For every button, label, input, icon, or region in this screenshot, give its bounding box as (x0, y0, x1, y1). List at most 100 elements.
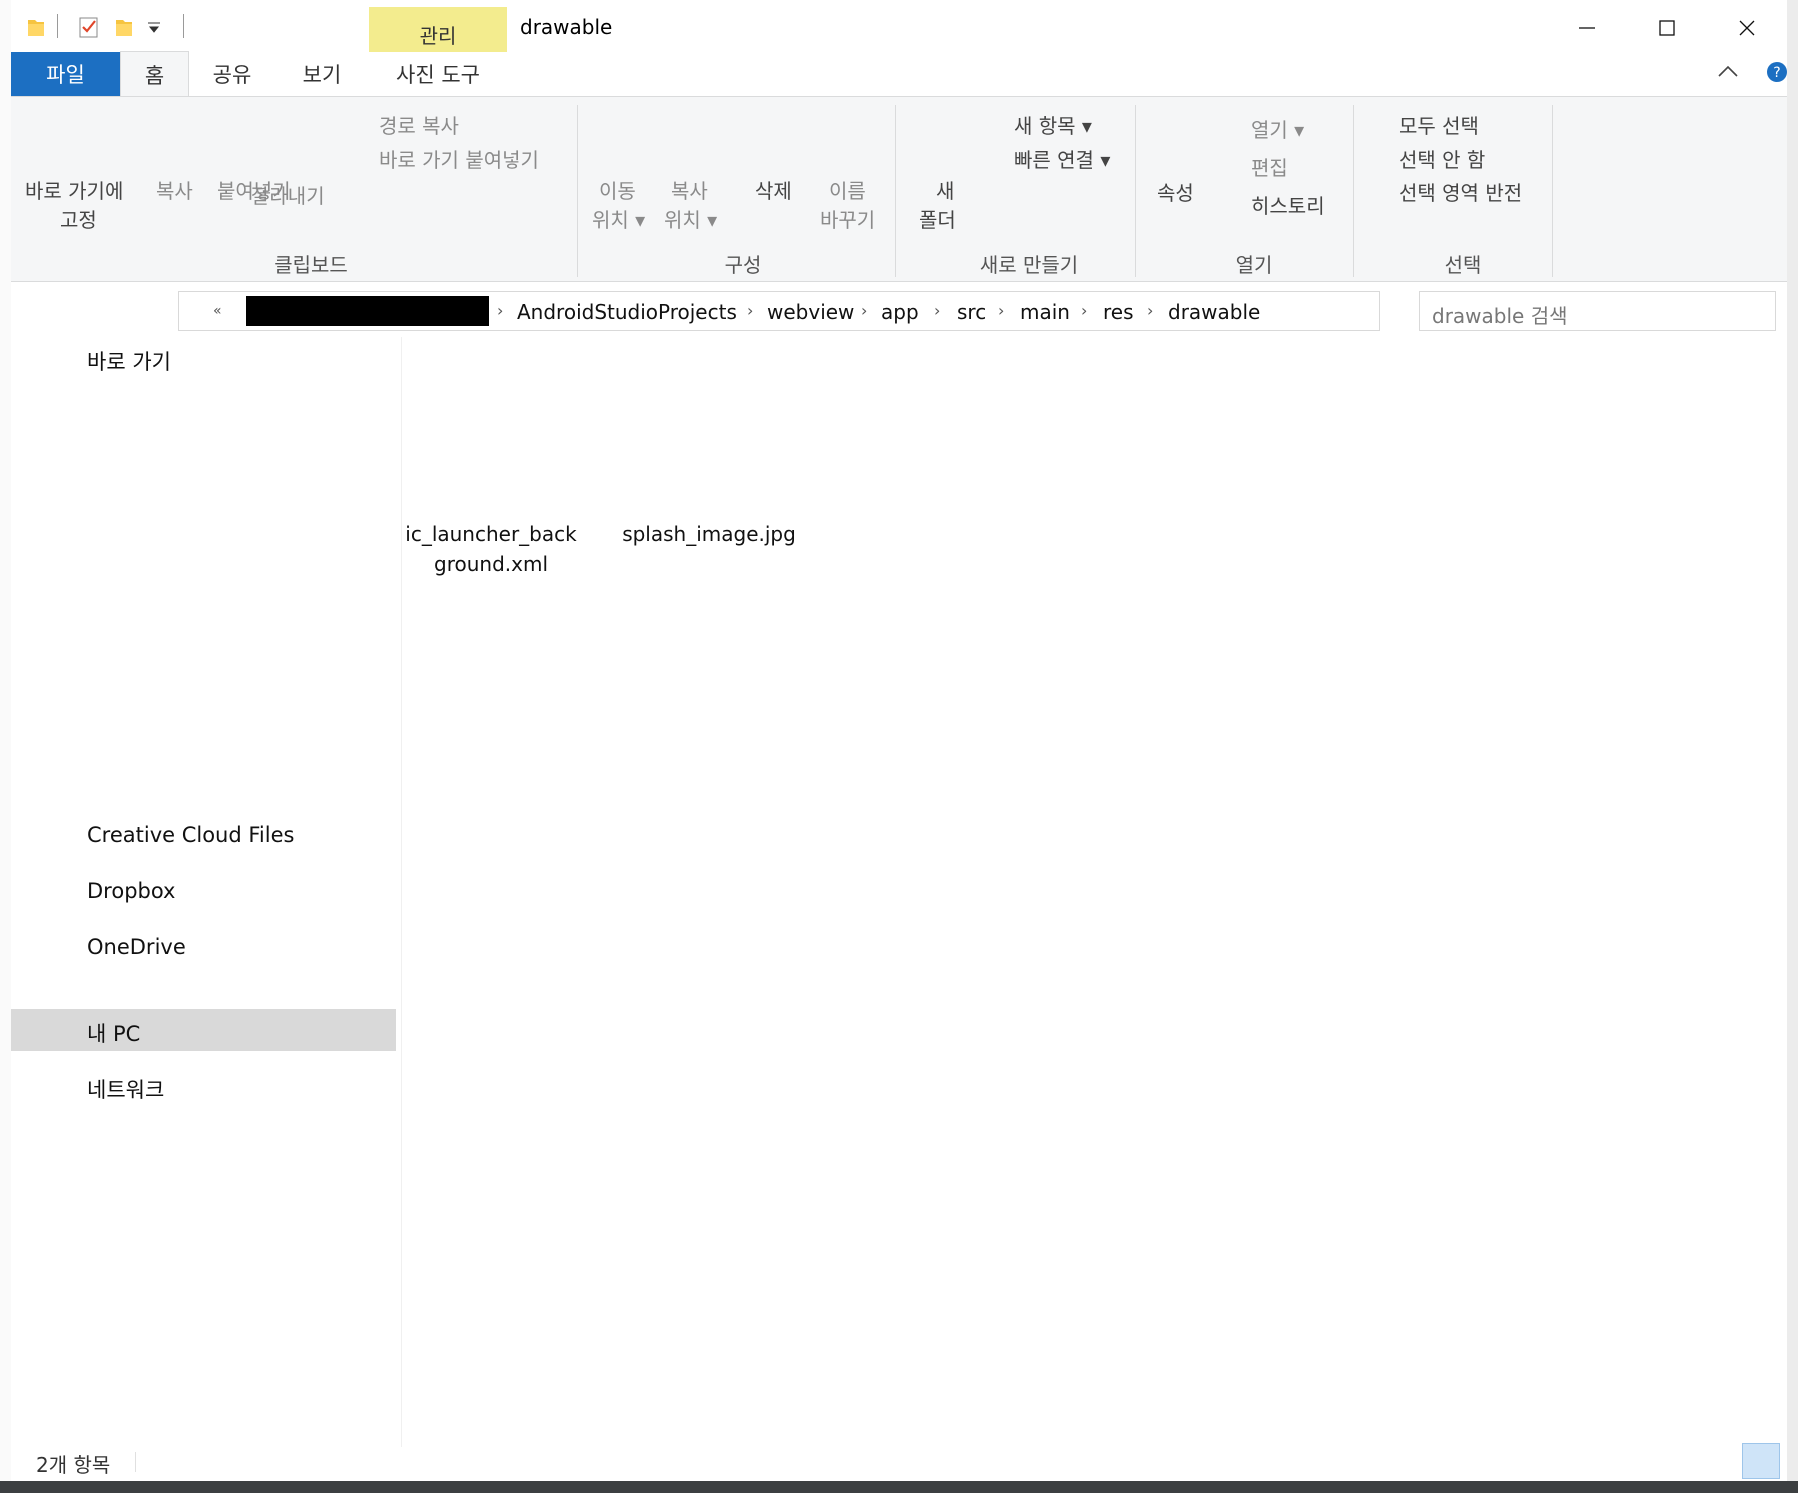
breadcrumb-item[interactable]: src (957, 300, 986, 324)
pin-button-line2[interactable]: 고정 (60, 204, 97, 233)
group-separator (1135, 105, 1136, 277)
properties-button[interactable]: 속성 (1157, 177, 1194, 206)
copy-to-line2[interactable]: 위치 ▾ (664, 204, 717, 233)
qat-separator (57, 14, 58, 38)
nav-label: 내 PC (87, 1022, 141, 1046)
breadcrumb-item[interactable]: AndroidStudioProjects (517, 300, 737, 324)
delete-button[interactable]: 삭제 (755, 175, 792, 204)
tab-picture-tools[interactable]: 사진 도구 (369, 52, 507, 96)
history-button[interactable]: 히스토리 (1251, 190, 1325, 219)
file-name-line2: ground.xml (434, 552, 548, 576)
select-all-button[interactable]: 모두 선택 (1399, 110, 1479, 139)
breadcrumb-item[interactable]: app (881, 300, 919, 324)
file-item[interactable]: splash_image.jpg (621, 359, 797, 546)
breadcrumb-chevron-icon[interactable]: › (861, 301, 867, 320)
nav-label: 바로 가기 (87, 350, 171, 374)
tab-manage-label: 관리 (419, 24, 457, 48)
nav-item-network[interactable]: 네트워크 (11, 1065, 396, 1107)
file-name: splash_image.jpg (622, 522, 796, 546)
group-separator (577, 105, 578, 277)
tab-share-label: 공유 (212, 63, 252, 87)
pane-splitter[interactable] (401, 337, 402, 1447)
properties-check-icon[interactable] (79, 16, 99, 38)
copy-path-button[interactable]: 경로 복사 (379, 110, 459, 139)
help-icon[interactable]: ? (1766, 61, 1788, 87)
file-list[interactable]: ic_launcher_back ground.xml splash_image… (403, 337, 1787, 1447)
breadcrumb-chevron-icon[interactable]: › (497, 301, 503, 320)
maximize-button[interactable] (1627, 0, 1707, 55)
background-window-edge-right (1787, 0, 1798, 1493)
nav-item-dropbox[interactable]: Dropbox (11, 870, 396, 912)
breadcrumb-item[interactable]: res (1103, 300, 1134, 324)
new-folder-line2[interactable]: 폴더 (919, 204, 956, 233)
group-label-open: 열기 (1235, 253, 1273, 277)
breadcrumb-chevron-icon[interactable]: › (934, 301, 940, 320)
status-item-count: 2개 항목 (36, 1453, 111, 1477)
navigation-pane: 바로 가기 Creative Cloud Files Dropbox OneDr… (11, 337, 401, 1447)
nav-item-quick-access[interactable]: 바로 가기 (11, 337, 396, 379)
minimize-icon (1579, 26, 1595, 29)
ribbon: 바로 가기에 고정 복사 붙여넣기 경로 복사 바로 가기 붙여넣기 잘라내기 … (11, 96, 1787, 282)
collapse-ribbon-icon[interactable] (1716, 63, 1740, 83)
breadcrumb-chevron-icon[interactable]: › (1147, 301, 1153, 320)
file-item[interactable]: ic_launcher_back ground.xml (403, 359, 579, 576)
open-button[interactable]: 열기 ▾ (1251, 114, 1304, 143)
group-separator (895, 105, 896, 277)
tab-manage[interactable]: 관리 (369, 7, 507, 52)
new-folder-icon[interactable] (114, 16, 134, 38)
breadcrumb-chevron-icon[interactable]: › (998, 301, 1004, 320)
rename-line1[interactable]: 이름 (829, 175, 866, 204)
breadcrumb-chevron-icon[interactable]: › (747, 301, 753, 320)
nav-label: Creative Cloud Files (87, 823, 295, 847)
edit-button[interactable]: 편집 (1251, 152, 1288, 181)
qat-separator (183, 14, 184, 38)
paste-shortcut-button[interactable]: 바로 가기 붙여넣기 (379, 144, 539, 173)
svg-text:?: ? (1773, 65, 1780, 81)
easy-access-button[interactable]: 빠른 연결 ▾ (1014, 144, 1110, 173)
nav-label: OneDrive (87, 935, 186, 959)
tab-file[interactable]: 파일 (11, 52, 120, 96)
tab-view-label: 보기 (302, 63, 342, 87)
nav-item-creative-cloud[interactable]: Creative Cloud Files (11, 814, 396, 856)
breadcrumb-item[interactable]: main (1020, 300, 1070, 324)
status-separator (135, 1452, 136, 1472)
breadcrumb-overflow[interactable]: « (213, 303, 222, 319)
large-icons-view-button[interactable] (1742, 1443, 1780, 1479)
breadcrumb-item[interactable]: webview (767, 300, 854, 324)
move-to-line2[interactable]: 위치 ▾ (592, 204, 645, 233)
tab-share[interactable]: 공유 (197, 52, 267, 96)
tab-home-label: 홈 (144, 64, 165, 88)
group-separator (1552, 105, 1553, 277)
nav-item-this-pc[interactable]: 내 PC (11, 1009, 396, 1051)
navigation-bar: « › AndroidStudioProjects › webview › ap… (11, 281, 1787, 337)
pin-button-line1[interactable]: 바로 가기에 (25, 175, 123, 204)
search-input[interactable]: drawable 검색 (1419, 291, 1776, 331)
group-separator (1353, 105, 1354, 277)
close-button[interactable] (1707, 0, 1787, 55)
explorer-window: 관리 drawable 파일 홈 공유 보기 사진 도구 ? 바로 가기에 고정… (11, 0, 1787, 1481)
group-label-organize: 구성 (724, 253, 762, 277)
tab-view[interactable]: 보기 (287, 52, 357, 96)
new-folder-line1[interactable]: 새 (936, 175, 954, 204)
minimize-button[interactable] (1547, 0, 1627, 55)
copy-to-line1[interactable]: 복사 (671, 175, 708, 204)
qat-dropdown-icon[interactable] (147, 19, 167, 41)
group-label-new: 새로 만들기 (979, 253, 1079, 277)
select-none-button[interactable]: 선택 안 함 (1399, 144, 1485, 173)
copy-button[interactable]: 복사 (156, 175, 193, 204)
background-window-edge (0, 0, 11, 1493)
tab-home[interactable]: 홈 (120, 51, 189, 98)
move-to-line1[interactable]: 이동 (599, 175, 636, 204)
folder-icon[interactable] (26, 16, 46, 38)
address-bar[interactable]: « › AndroidStudioProjects › webview › ap… (178, 291, 1380, 331)
cut-button[interactable]: 잘라내기 (251, 180, 325, 209)
new-item-button[interactable]: 새 항목 ▾ (1014, 110, 1092, 139)
tab-file-label: 파일 (46, 63, 85, 87)
window-title: drawable (520, 15, 613, 39)
breadcrumb-chevron-icon[interactable]: › (1081, 301, 1087, 320)
search-placeholder: drawable 검색 (1432, 304, 1568, 328)
invert-selection-button[interactable]: 선택 영역 반전 (1399, 177, 1522, 206)
rename-line2[interactable]: 바꾸기 (820, 204, 875, 233)
nav-item-onedrive[interactable]: OneDrive (11, 926, 396, 968)
breadcrumb-item[interactable]: drawable (1168, 300, 1260, 324)
